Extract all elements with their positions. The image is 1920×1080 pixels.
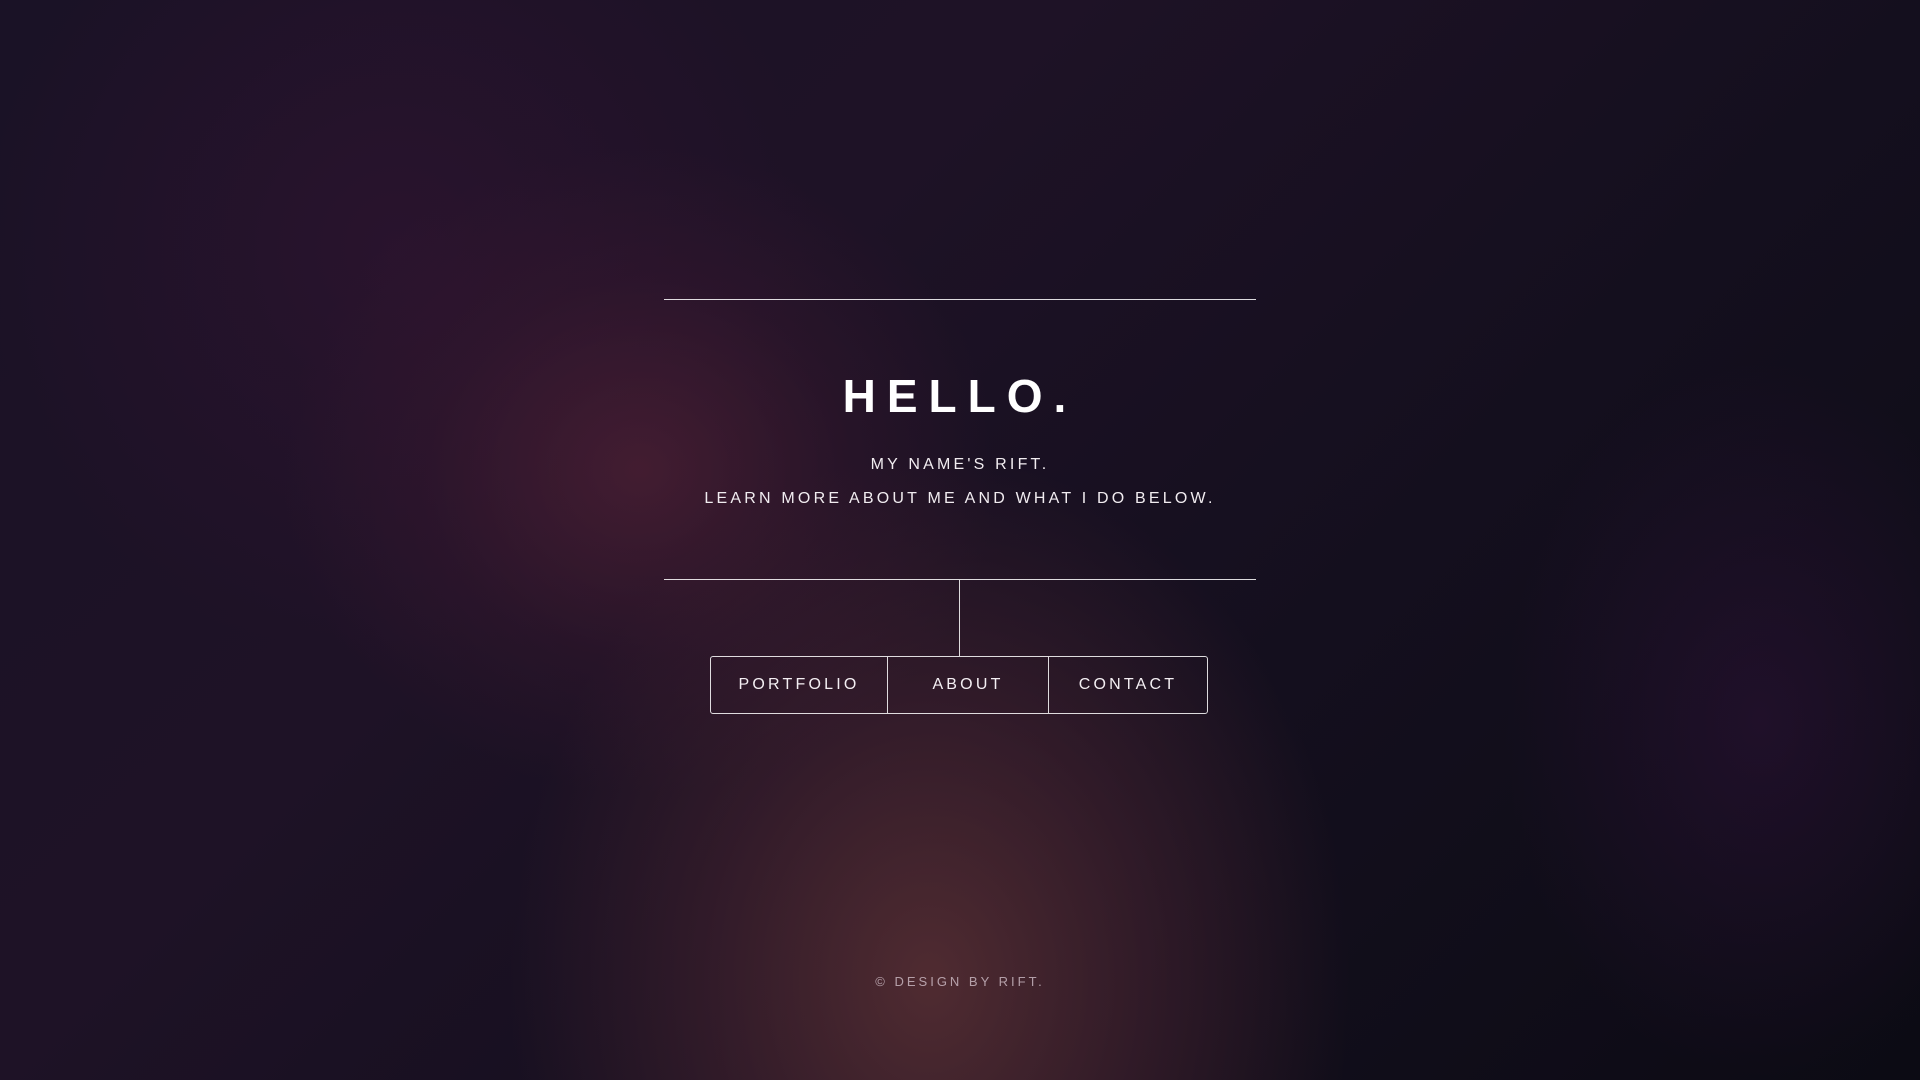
- nav-connector-line: [959, 580, 960, 656]
- top-divider: [664, 299, 1256, 300]
- page-title: HELLO.: [842, 370, 1078, 422]
- intro-description-text: LEARN MORE ABOUT ME AND WHAT I DO BELOW.: [704, 490, 1216, 507]
- intro-name-text: MY NAME'S RIFT.: [870, 456, 1050, 473]
- about-button[interactable]: ABOUT: [888, 657, 1049, 713]
- footer-credit: © DESIGN BY RIFT.: [875, 974, 1045, 989]
- bottom-divider: [664, 579, 1256, 580]
- contact-button[interactable]: CONTACT: [1049, 657, 1207, 713]
- landing-page: HELLO. MY NAME'S RIFT. LEARN MORE ABOUT …: [0, 0, 1920, 1080]
- portfolio-button[interactable]: PORTFOLIO: [711, 657, 888, 713]
- main-nav: PORTFOLIO ABOUT CONTACT: [710, 656, 1208, 714]
